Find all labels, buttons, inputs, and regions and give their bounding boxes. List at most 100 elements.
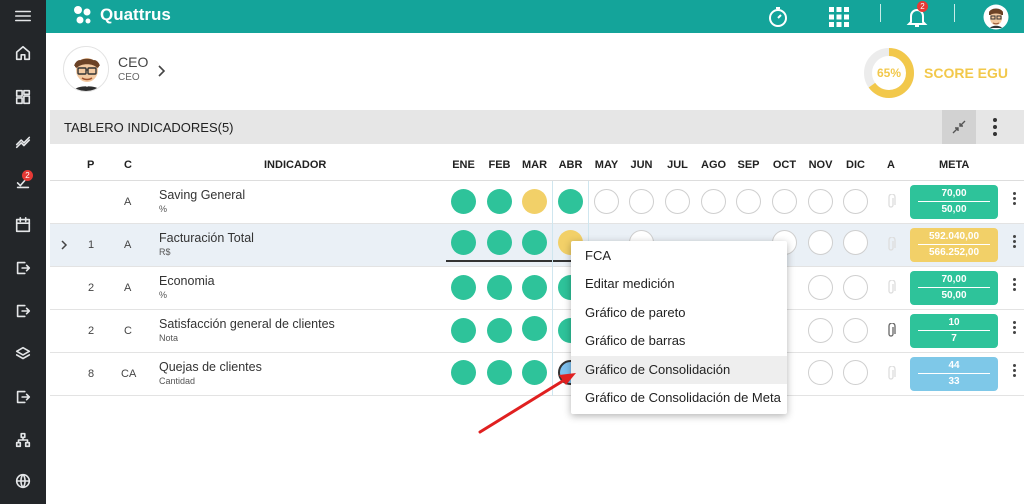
- col-header-a: A: [887, 159, 895, 171]
- globe-icon[interactable]: [0, 465, 46, 497]
- month-mar-status[interactable]: [522, 275, 547, 300]
- col-header-jul: JUL: [667, 159, 688, 171]
- indicator-name[interactable]: Economia: [159, 274, 215, 288]
- table-row-selected[interactable]: 1 A Facturación Total R$ 592.040,00 566.…: [50, 224, 1024, 267]
- row-menu-button[interactable]: [1011, 278, 1017, 298]
- month-oct-status[interactable]: [772, 189, 797, 214]
- month-nov-status[interactable]: [808, 275, 833, 300]
- indicator-name[interactable]: Satisfacción general de clientes: [159, 317, 335, 331]
- org-chart-icon[interactable]: [0, 424, 46, 456]
- month-ene-status[interactable]: [451, 189, 476, 214]
- col-header-jun: JUN: [630, 159, 653, 171]
- indicator-unit: %: [159, 290, 168, 300]
- indicator-name[interactable]: Facturación Total: [159, 231, 254, 245]
- col-header-meta: META: [939, 159, 970, 171]
- month-mar-status[interactable]: [522, 360, 547, 385]
- brand-logo[interactable]: Quattrus: [72, 3, 171, 27]
- month-jun-status[interactable]: [629, 189, 654, 214]
- collapse-button[interactable]: [942, 110, 976, 144]
- month-abr-status[interactable]: [558, 189, 583, 214]
- col-header-dic: DIC: [846, 159, 865, 171]
- month-feb-status[interactable]: [487, 360, 512, 385]
- menu-item-grafico-pareto[interactable]: Gráfico de pareto: [571, 299, 787, 327]
- row-p: 2: [88, 325, 95, 337]
- calendar-icon[interactable]: [0, 209, 46, 241]
- month-feb-status[interactable]: [487, 189, 512, 214]
- menu-item-fca[interactable]: FCA: [571, 242, 787, 270]
- month-nov-status[interactable]: [808, 189, 833, 214]
- table-row[interactable]: 8 CA Quejas de clientes Cantidad 44 33: [50, 353, 1024, 396]
- month-ene-status[interactable]: [451, 318, 476, 343]
- month-jul-status[interactable]: [665, 189, 690, 214]
- col-header-nov: NOV: [808, 159, 833, 171]
- menu-item-grafico-barras[interactable]: Gráfico de barras: [571, 327, 787, 355]
- bell-icon[interactable]: 2: [902, 0, 932, 33]
- trend-chart-icon[interactable]: [0, 125, 46, 157]
- checklist-icon[interactable]: 2: [0, 166, 46, 198]
- expand-chevron-icon[interactable]: [60, 239, 68, 251]
- meta-target: 592.040,00: [928, 231, 980, 242]
- month-mar-status[interactable]: [522, 230, 547, 255]
- profile-avatar[interactable]: [63, 46, 109, 92]
- row-c: A: [124, 282, 132, 294]
- month-sep-status[interactable]: [736, 189, 761, 214]
- month-nov-status[interactable]: [808, 230, 833, 255]
- meta-target: 44: [948, 360, 960, 371]
- month-may-status[interactable]: [594, 189, 619, 214]
- hamburger-menu-icon[interactable]: [0, 0, 46, 32]
- attachment-icon[interactable]: [886, 323, 896, 339]
- menu-item-editar-medicion[interactable]: Editar medición: [571, 270, 787, 298]
- panel-menu-button[interactable]: [988, 113, 1002, 141]
- column-marker: [552, 181, 553, 396]
- month-dic-status[interactable]: [843, 189, 868, 214]
- meta-minimum: 33: [948, 376, 960, 387]
- month-feb-status[interactable]: [487, 230, 512, 255]
- chevron-right-icon[interactable]: [157, 64, 167, 78]
- stopwatch-icon[interactable]: [764, 0, 792, 33]
- home-icon[interactable]: [0, 37, 46, 69]
- user-avatar[interactable]: [982, 0, 1010, 33]
- indicator-name[interactable]: Saving General: [159, 188, 245, 202]
- row-menu-button[interactable]: [1011, 364, 1017, 384]
- month-dic-status[interactable]: [843, 230, 868, 255]
- table-row[interactable]: 2 C Satisfacción general de clientes Not…: [50, 310, 1024, 353]
- menu-item-grafico-consolidacion[interactable]: Gráfico de Consolidación: [571, 356, 787, 384]
- indicator-name[interactable]: Quejas de clientes: [159, 360, 262, 374]
- month-ene-status[interactable]: [451, 275, 476, 300]
- table-row[interactable]: 2 A Economia % 70,00 50,00: [50, 267, 1024, 310]
- month-dic-status[interactable]: [843, 318, 868, 343]
- exit-icon-3[interactable]: [0, 381, 46, 413]
- table-row[interactable]: A Saving General % 70,00 50,00: [50, 181, 1024, 224]
- month-feb-status[interactable]: [487, 275, 512, 300]
- month-nov-status[interactable]: [808, 360, 833, 385]
- col-header-ene: ENE: [452, 159, 475, 171]
- row-menu-button[interactable]: [1011, 321, 1017, 341]
- context-menu: FCA Editar medición Gráfico de pareto Gr…: [571, 241, 787, 414]
- attachment-icon[interactable]: [886, 194, 896, 210]
- month-dic-status[interactable]: [843, 275, 868, 300]
- month-mar-status[interactable]: [522, 316, 547, 341]
- row-menu-button[interactable]: [1011, 235, 1017, 255]
- month-dic-status[interactable]: [843, 360, 868, 385]
- menu-item-grafico-consolidacion-meta[interactable]: Gráfico de Consolidación de Meta: [571, 384, 787, 412]
- month-ago-status[interactable]: [701, 189, 726, 214]
- attachment-icon[interactable]: [886, 280, 896, 296]
- topbar-divider: [880, 4, 881, 22]
- month-mar-status[interactable]: [522, 189, 547, 214]
- exit-icon-2[interactable]: [0, 295, 46, 327]
- month-ene-status[interactable]: [451, 360, 476, 385]
- row-menu-button[interactable]: [1011, 192, 1017, 212]
- attachment-icon[interactable]: [886, 366, 896, 382]
- exit-icon[interactable]: [0, 252, 46, 284]
- apps-grid-icon[interactable]: [824, 0, 854, 33]
- month-ene-status[interactable]: [451, 230, 476, 255]
- attachment-icon[interactable]: [886, 237, 896, 253]
- quattrus-logo-icon: [74, 6, 91, 24]
- col-header-indicator: INDICADOR: [264, 159, 327, 171]
- month-feb-status[interactable]: [487, 318, 512, 343]
- row-c: A: [124, 196, 132, 208]
- layers-icon[interactable]: [0, 338, 46, 370]
- col-header-c: C: [124, 159, 132, 171]
- month-nov-status[interactable]: [808, 318, 833, 343]
- dashboard-icon[interactable]: [0, 81, 46, 113]
